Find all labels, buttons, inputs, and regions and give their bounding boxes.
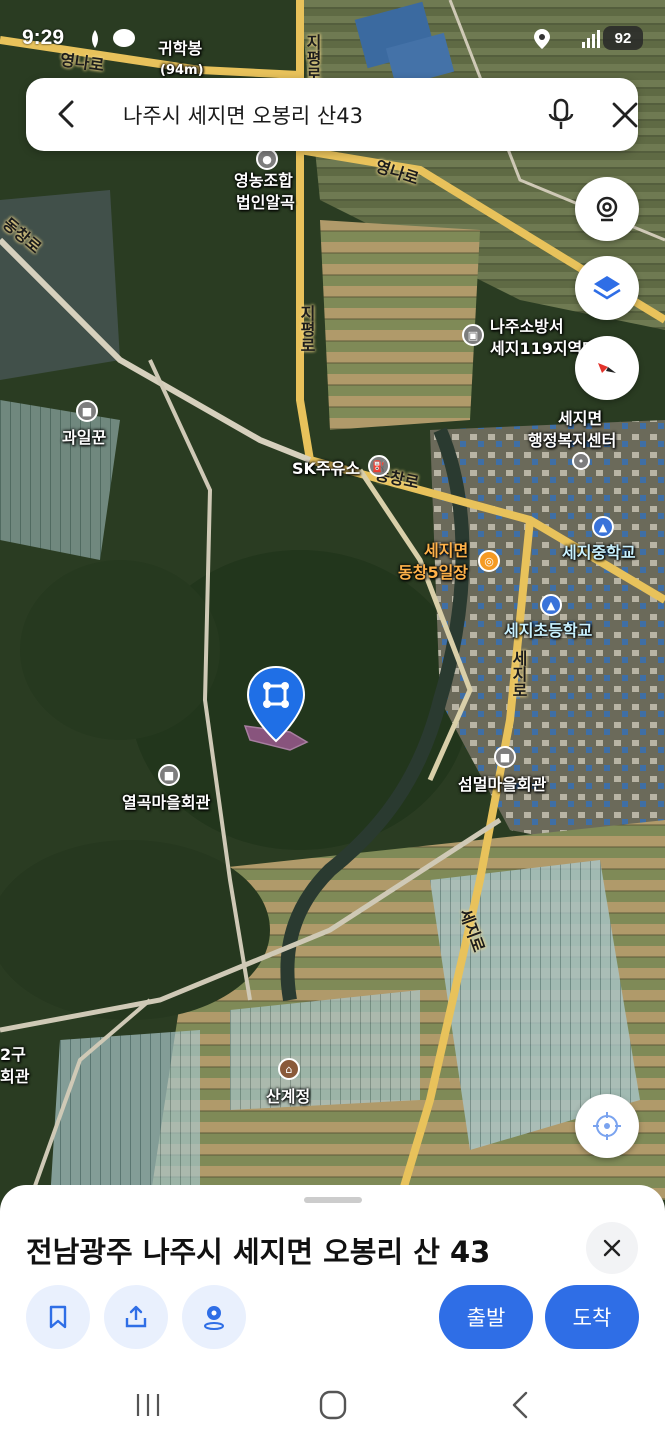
- sheet-drag-handle[interactable]: [304, 1197, 362, 1203]
- map-label-poi[interactable]: 세지면: [424, 540, 468, 561]
- poi-icon[interactable]: ●: [256, 148, 278, 170]
- community-hall-icon[interactable]: ■: [158, 764, 180, 786]
- map-label-poi[interactable]: 동창5일장: [398, 562, 468, 583]
- map-label-poi[interactable]: 2구: [0, 1044, 26, 1065]
- map-label-poi[interactable]: 법인알곡: [236, 192, 295, 213]
- fire-station-icon[interactable]: ▣: [462, 324, 484, 346]
- back-arrow-icon[interactable]: [50, 96, 86, 132]
- map-label-poi[interactable]: 회관: [0, 1066, 29, 1087]
- poi-icon[interactable]: ■: [76, 400, 98, 422]
- battery-indicator: 92: [603, 26, 643, 50]
- clear-search-icon[interactable]: [606, 96, 644, 134]
- street-view-icon: [204, 1306, 224, 1330]
- map-label-road: 세지로: [509, 650, 528, 698]
- government-office-icon[interactable]: •: [572, 452, 590, 470]
- map-label-road: 지평로: [297, 305, 316, 353]
- map-label-poi[interactable]: 행정복지센터: [528, 430, 616, 451]
- street-view-button[interactable]: [182, 1285, 246, 1349]
- compass-button[interactable]: [575, 336, 639, 400]
- place-address: 전남광주 나주시 세지면 오봉리 산 43: [26, 1235, 491, 1269]
- community-hall-icon[interactable]: ■: [494, 746, 516, 768]
- school-icon[interactable]: ▲: [540, 594, 562, 616]
- status-bar: 9:29 92: [0, 22, 665, 56]
- cctv-icon: [596, 196, 618, 222]
- map-layers-button[interactable]: [575, 256, 639, 320]
- compass-icon: [598, 363, 616, 373]
- depart-button[interactable]: 출발: [439, 1285, 533, 1349]
- map-label-poi[interactable]: 섬멀마을회관: [458, 774, 546, 795]
- map-label-poi[interactable]: SK주유소: [292, 458, 360, 479]
- back-nav-icon[interactable]: [500, 1388, 540, 1422]
- close-icon: [603, 1239, 621, 1257]
- map-label-poi[interactable]: 나주소방서: [490, 316, 564, 337]
- gas-station-icon[interactable]: ⛽: [368, 455, 390, 477]
- status-time: 9:29: [22, 26, 65, 49]
- share-icon: [125, 1305, 147, 1328]
- chat-icon: [113, 29, 135, 47]
- current-location-button[interactable]: [575, 1094, 639, 1158]
- system-navigation-bar: [0, 1370, 665, 1440]
- layers-icon: [593, 276, 621, 300]
- home-icon[interactable]: [313, 1388, 353, 1422]
- pavilion-icon[interactable]: ⌂: [278, 1058, 300, 1080]
- map-label-poi[interactable]: 열곡마을회관: [122, 792, 210, 813]
- location-status-icon: [534, 29, 550, 49]
- recent-apps-icon[interactable]: [128, 1388, 168, 1422]
- cctv-button[interactable]: [575, 177, 639, 241]
- search-query[interactable]: 나주시 세지면 오봉리 산43: [123, 100, 363, 130]
- map-label-poi[interactable]: 산계정: [266, 1086, 310, 1107]
- map-label-poi[interactable]: 과일꾼: [62, 427, 106, 448]
- notification-icon: [92, 30, 98, 48]
- crosshair-icon: [593, 1112, 621, 1140]
- map-label-poi[interactable]: 세지중학교: [562, 542, 636, 563]
- close-sheet-button[interactable]: [586, 1222, 638, 1274]
- selected-location-pin-icon[interactable]: [245, 665, 307, 743]
- map-label-poi[interactable]: 영농조합: [234, 170, 293, 191]
- share-button[interactable]: [104, 1285, 168, 1349]
- bookmark-button[interactable]: [26, 1285, 90, 1349]
- signal-icon: [582, 30, 600, 48]
- school-icon[interactable]: ▲: [592, 516, 614, 538]
- bookmark-icon: [49, 1305, 67, 1329]
- map-label-poi[interactable]: 세지초등학교: [504, 620, 592, 641]
- map-label-poi[interactable]: 세지면: [558, 408, 602, 429]
- market-icon[interactable]: ◎: [478, 550, 500, 572]
- search-bar[interactable]: 나주시 세지면 오봉리 산43: [26, 78, 638, 151]
- arrive-button[interactable]: 도착: [545, 1285, 639, 1349]
- microphone-icon[interactable]: [542, 96, 580, 134]
